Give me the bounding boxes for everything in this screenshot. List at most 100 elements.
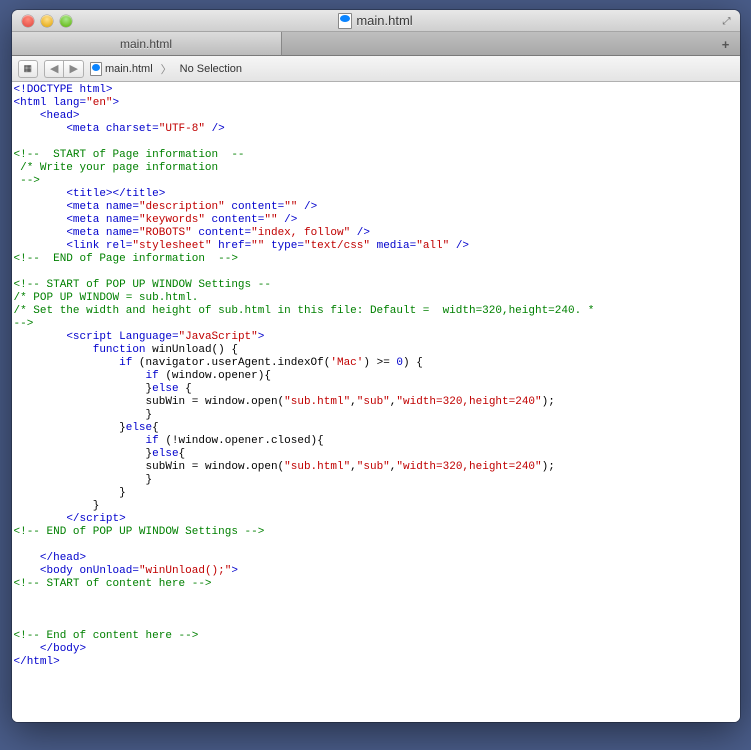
- nav-forward-button[interactable]: ▶: [63, 60, 83, 78]
- code-token: <!-- End of content here -->: [14, 630, 199, 642]
- code-token: subWin = window.open(: [146, 461, 285, 473]
- code-token: content=: [205, 214, 264, 226]
- code-token: (!window.opener.closed){: [159, 435, 324, 447]
- code-token: </head>: [40, 552, 86, 564]
- code-token: />: [297, 201, 317, 213]
- code-token: "keywords": [139, 214, 205, 226]
- code-token: "description": [139, 201, 225, 213]
- code-token: 'Mac': [330, 357, 363, 369]
- code-token: <meta: [66, 123, 99, 135]
- code-token: "sub.html": [284, 461, 350, 473]
- code-token: );: [542, 461, 555, 473]
- code-token: lang=: [47, 97, 87, 109]
- titlebar[interactable]: main.html ⤢: [12, 10, 740, 32]
- code-token: else: [152, 448, 178, 460]
- code-token: "sub.html": [284, 396, 350, 408]
- code-token: "index, follow": [251, 227, 350, 239]
- code-token: "": [251, 240, 264, 252]
- fullscreen-icon[interactable]: ⤢: [720, 14, 734, 28]
- code-token: >: [119, 513, 126, 525]
- code-token: ) >=: [363, 357, 396, 369]
- code-token: <meta: [66, 201, 99, 213]
- code-token: else: [126, 422, 152, 434]
- code-token: />: [449, 240, 469, 252]
- code-token: name=: [99, 201, 139, 213]
- code-token: "width=320,height=240": [396, 396, 541, 408]
- code-token: >: [113, 97, 120, 109]
- code-token: );: [542, 396, 555, 408]
- code-token: href=: [212, 240, 252, 252]
- document-icon: [90, 62, 102, 76]
- related-items-button[interactable]: ▦: [18, 60, 39, 78]
- code-token: <!-- END of Page information -->: [14, 253, 238, 265]
- code-token: /* POP UP WINDOW = sub.html.: [14, 292, 199, 304]
- code-token: media=: [370, 240, 416, 252]
- chevron-right-icon: 〉: [161, 61, 172, 77]
- code-token: else: [152, 383, 178, 395]
- code-token: <!-- END of POP UP WINDOW Settings -->: [14, 526, 265, 538]
- tab-main-html[interactable]: main.html: [12, 32, 282, 56]
- code-token: ) {: [403, 357, 423, 369]
- code-token: </body>: [40, 643, 86, 655]
- code-token: </: [66, 513, 79, 525]
- breadcrumb[interactable]: main.html: [90, 62, 153, 76]
- code-token: <title>: [66, 188, 112, 200]
- code-token: }: [146, 409, 153, 421]
- code-token: <meta: [66, 227, 99, 239]
- tab-label: main.html: [120, 37, 172, 51]
- tab-bar: main.html +: [12, 32, 740, 56]
- code-token: onUnload=: [73, 565, 139, 577]
- editor-window: main.html ⤢ main.html + ▦ ◀ ▶ main.html …: [12, 10, 740, 722]
- code-token: />: [205, 123, 225, 135]
- code-token: }: [119, 422, 126, 434]
- code-token: "width=320,height=240": [396, 461, 541, 473]
- document-icon: [338, 13, 352, 29]
- code-token: <body: [40, 565, 73, 577]
- code-token: <head>: [40, 110, 80, 122]
- code-token: (navigator.userAgent.indexOf(: [132, 357, 330, 369]
- code-token: }: [146, 474, 153, 486]
- code-token: {: [179, 383, 192, 395]
- code-token: "text/css": [304, 240, 370, 252]
- nav-segment: ◀ ▶: [44, 60, 84, 78]
- code-token: Language=: [113, 331, 179, 343]
- breadcrumb-file: main.html: [105, 63, 153, 75]
- code-token: /* Set the width and height of sub.html …: [14, 305, 595, 317]
- code-token: "all": [416, 240, 449, 252]
- code-token: <!-- START of content here -->: [14, 578, 212, 590]
- code-token: subWin = window.open(: [146, 396, 285, 408]
- code-token: rel=: [99, 240, 132, 252]
- code-token: />: [278, 214, 298, 226]
- code-token: {: [152, 422, 159, 434]
- code-token: "ROBOTS": [139, 227, 192, 239]
- code-token: ,: [350, 396, 357, 408]
- code-token: if: [119, 357, 132, 369]
- code-token: ,: [350, 461, 357, 473]
- code-token: <!DOCTYPE html>: [14, 84, 113, 96]
- code-token: "en": [86, 97, 112, 109]
- window-title: main.html: [12, 13, 740, 29]
- code-token: "stylesheet": [132, 240, 211, 252]
- code-token: <script: [66, 331, 112, 343]
- code-token: </title>: [113, 188, 166, 200]
- code-token: name=: [99, 227, 139, 239]
- code-token: charset=: [99, 123, 158, 135]
- nav-back-button[interactable]: ◀: [44, 60, 63, 78]
- code-editor[interactable]: <!DOCTYPE html> <html lang="en"> <head> …: [12, 82, 740, 722]
- code-token: script: [80, 513, 120, 525]
- code-token: >: [231, 565, 238, 577]
- code-token: if: [146, 370, 159, 382]
- code-token: (window.opener){: [159, 370, 271, 382]
- code-token: "UTF-8": [159, 123, 205, 135]
- code-token: "": [264, 214, 277, 226]
- code-token: "sub": [357, 461, 390, 473]
- breadcrumb-selection[interactable]: No Selection: [180, 63, 242, 75]
- code-token: "": [284, 201, 297, 213]
- new-tab-button[interactable]: +: [718, 36, 734, 52]
- code-token: <!-- START of POP UP WINDOW Settings --: [14, 279, 271, 291]
- path-toolbar: ▦ ◀ ▶ main.html 〉 No Selection: [12, 56, 740, 82]
- code-token: "JavaScript": [179, 331, 258, 343]
- grid-icon: ▦: [24, 63, 33, 74]
- code-token: "sub": [357, 396, 390, 408]
- code-token: />: [350, 227, 370, 239]
